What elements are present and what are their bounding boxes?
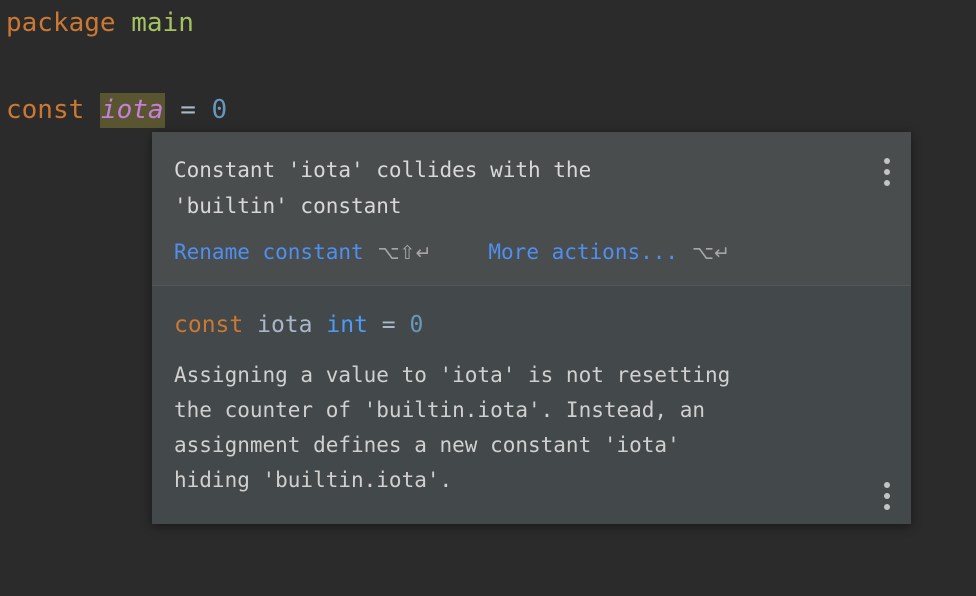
- rename-constant-shortcut: ⌥⇧↵: [377, 242, 432, 264]
- action-more-actions-group[interactable]: More actions... ⌥↵: [488, 238, 729, 267]
- kebab-dot: [884, 169, 890, 175]
- more-actions-shortcut: ⌥↵: [692, 242, 730, 264]
- kebab-menu-icon[interactable]: [878, 482, 896, 510]
- kebab-menu-icon[interactable]: [878, 158, 896, 186]
- package-name-main: main: [131, 8, 194, 38]
- code-line-package[interactable]: package main: [6, 8, 194, 38]
- keyword-package: package: [6, 8, 132, 38]
- operator-assign: =: [164, 95, 212, 125]
- kebab-dot: [884, 504, 890, 510]
- signature-value-zero: 0: [409, 312, 424, 338]
- tooltip-body: const iota int = 0 Assigning a value to …: [152, 286, 911, 524]
- number-literal-zero: 0: [211, 95, 228, 125]
- action-rename-constant-group[interactable]: Rename constant ⌥⇧↵: [174, 238, 431, 267]
- tooltip-action-bar: Rename constant ⌥⇧↵ More actions... ⌥↵: [174, 238, 889, 267]
- signature-type-int: int: [326, 312, 368, 338]
- inspection-description: Assigning a value to 'iota' is not reset…: [174, 363, 731, 492]
- code-editor-canvas[interactable]: package main const iota = 0 Constant 'io…: [0, 0, 976, 596]
- rename-constant-link[interactable]: Rename constant: [174, 238, 364, 266]
- tooltip-header: Constant 'iota' collides with the 'built…: [152, 132, 911, 286]
- inspection-message: Constant 'iota' collides with the 'built…: [174, 158, 592, 218]
- kebab-dot: [884, 493, 890, 499]
- inspection-tooltip-popup[interactable]: Constant 'iota' collides with the 'built…: [152, 132, 911, 524]
- signature-operator-assign: =: [367, 312, 410, 338]
- code-line-const-iota[interactable]: const iota = 0: [6, 93, 228, 128]
- more-actions-link[interactable]: More actions...: [488, 238, 678, 266]
- declaration-signature: const iota int = 0: [174, 308, 889, 342]
- keyword-const: const: [6, 95, 100, 125]
- identifier-iota-highlighted[interactable]: iota: [99, 93, 165, 128]
- signature-name-iota: iota: [257, 312, 327, 338]
- kebab-dot: [884, 158, 890, 164]
- kebab-dot: [884, 180, 890, 186]
- kebab-dot: [884, 482, 890, 488]
- signature-keyword-const: const: [174, 312, 258, 338]
